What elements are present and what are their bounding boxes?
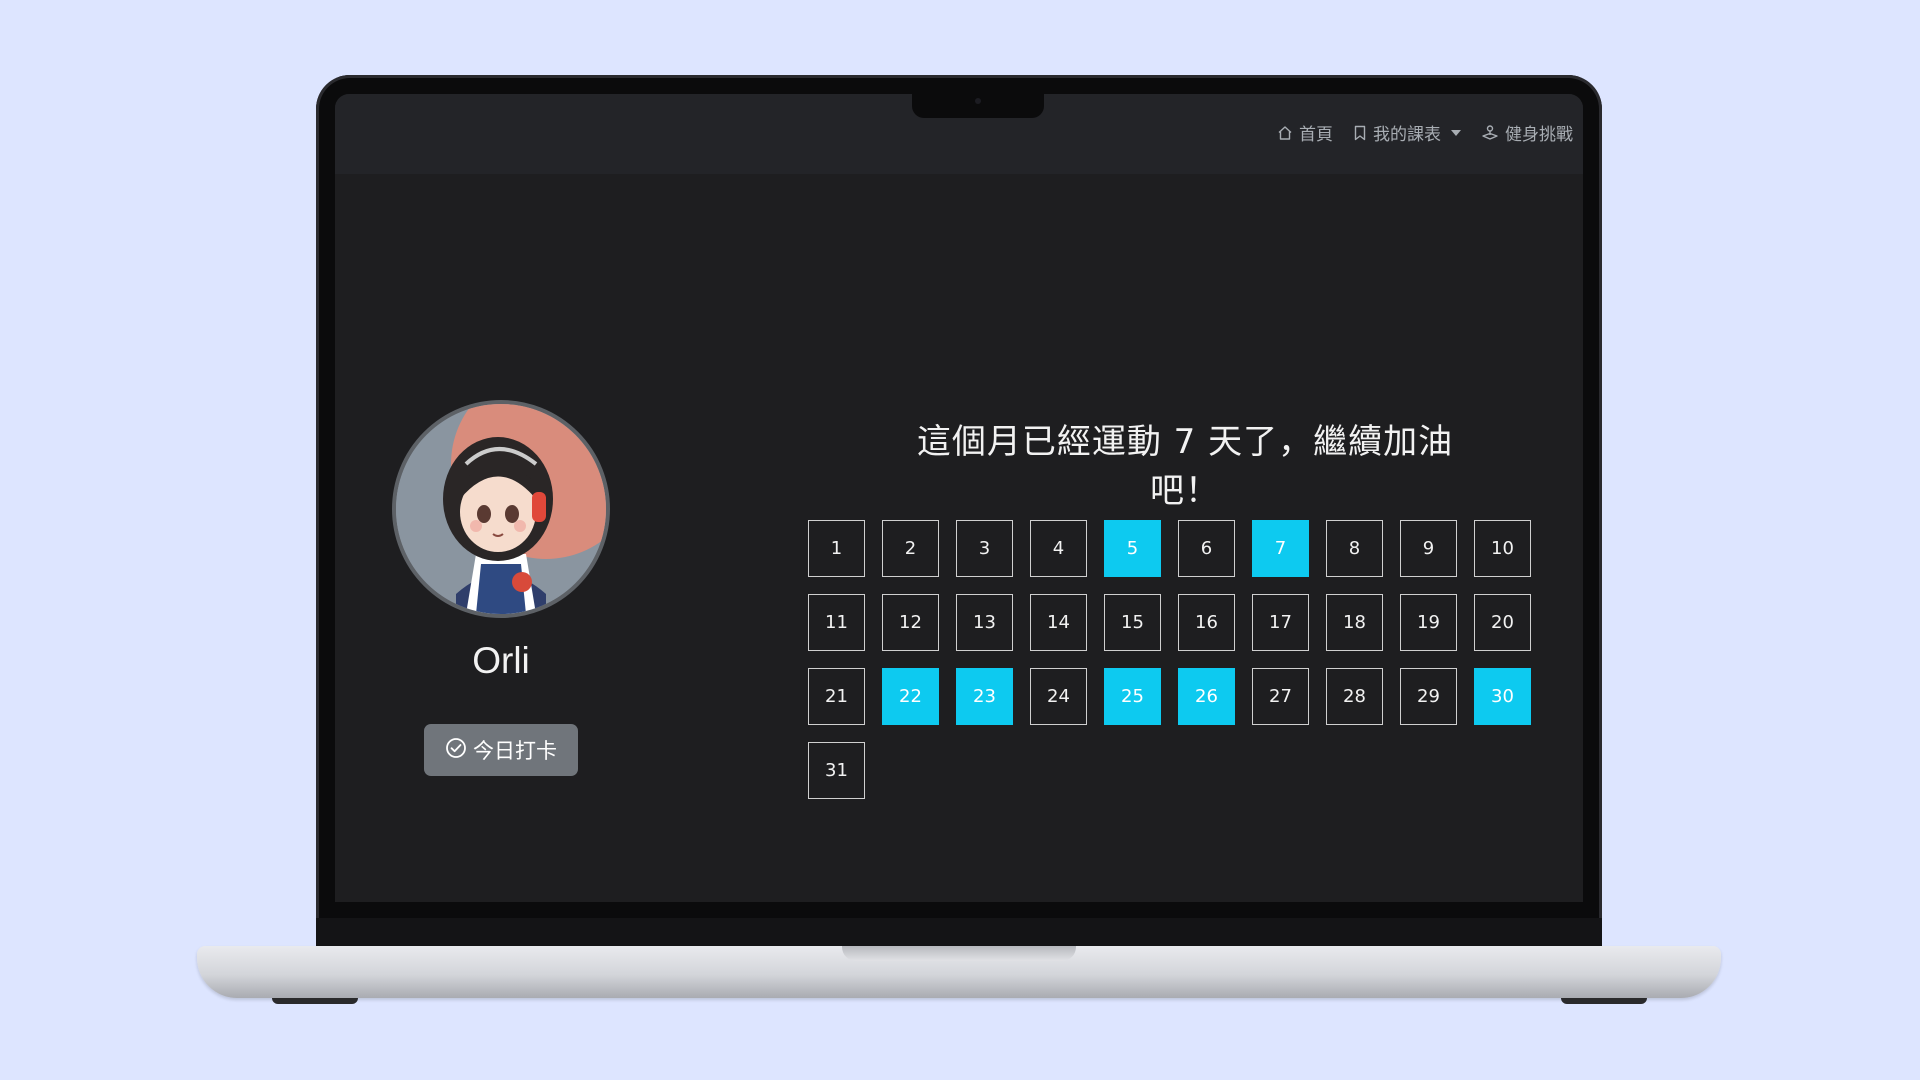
calendar-day[interactable]: 1 <box>808 520 865 577</box>
monthly-summary-heading: 這個月已經運動 7 天了，繼續加油吧！ <box>916 422 1454 511</box>
nav-home-link[interactable]: 首頁 <box>1277 120 1333 145</box>
calendar-day[interactable]: 10 <box>1474 520 1531 577</box>
calendar-day[interactable]: 17 <box>1252 594 1309 651</box>
calendar-day[interactable]: 24 <box>1030 668 1087 725</box>
calendar-day[interactable]: 12 <box>882 594 939 651</box>
calendar-day[interactable]: 19 <box>1400 594 1457 651</box>
calendar-day[interactable]: 18 <box>1326 594 1383 651</box>
joystick-icon <box>1481 124 1499 141</box>
calendar-day[interactable]: 20 <box>1474 594 1531 651</box>
laptop-hinge <box>316 918 1602 946</box>
calendar-day[interactable]: 13 <box>956 594 1013 651</box>
profile-panel: Orli 今日打卡 <box>387 400 615 776</box>
calendar-day[interactable]: 8 <box>1326 520 1383 577</box>
calendar-grid: 1 2 3 4 5 6 7 8 9 10 11 12 13 14 15 16 17 18 19 20 21 22 23 24 2… <box>808 520 1548 799</box>
checkin-button[interactable]: 今日打卡 <box>424 724 578 776</box>
calendar-day[interactable]: 23 <box>956 668 1013 725</box>
calendar-day[interactable]: 26 <box>1178 668 1235 725</box>
chevron-down-icon <box>1451 129 1461 136</box>
nav-links: 首頁 我的課表 健身挑戰 <box>1277 120 1573 145</box>
calendar-day[interactable]: 30 <box>1474 668 1531 725</box>
calendar-day[interactable]: 25 <box>1104 668 1161 725</box>
calendar-day[interactable]: 11 <box>808 594 865 651</box>
camera-notch <box>912 94 1044 118</box>
nav-my-courses-dropdown[interactable]: 我的課表 <box>1353 120 1461 145</box>
laptop-foot-right <box>1561 998 1647 1004</box>
nav-challenge-label: 健身挑戰 <box>1505 125 1573 145</box>
nav-my-courses-label: 我的課表 <box>1373 125 1441 145</box>
home-icon <box>1277 125 1293 141</box>
calendar-day[interactable]: 5 <box>1104 520 1161 577</box>
camera-icon <box>975 98 981 104</box>
nav-challenge-link[interactable]: 健身挑戰 <box>1481 120 1573 145</box>
page-stage: 首頁 我的課表 健身挑戰 Orli 今日打卡 這個月已經運動 7 天了，繼續加油… <box>0 0 1920 1080</box>
username: Orli <box>472 640 530 681</box>
calendar-day[interactable]: 27 <box>1252 668 1309 725</box>
laptop-base <box>197 946 1721 998</box>
calendar-day[interactable]: 22 <box>882 668 939 725</box>
avatar <box>392 400 610 618</box>
calendar-day[interactable]: 28 <box>1326 668 1383 725</box>
checkin-button-label: 今日打卡 <box>473 739 557 763</box>
calendar-day[interactable]: 31 <box>808 742 865 799</box>
calendar-day[interactable]: 2 <box>882 520 939 577</box>
calendar-day[interactable]: 29 <box>1400 668 1457 725</box>
bookmark-icon <box>1353 125 1367 141</box>
calendar-day[interactable]: 9 <box>1400 520 1457 577</box>
calendar-day[interactable]: 15 <box>1104 594 1161 651</box>
calendar-day[interactable]: 16 <box>1178 594 1235 651</box>
nav-home-label: 首頁 <box>1299 125 1333 145</box>
laptop-foot-left <box>272 998 358 1004</box>
laptop-thumb-groove <box>842 946 1076 961</box>
calendar-day[interactable]: 4 <box>1030 520 1087 577</box>
laptop-screen: 首頁 我的課表 健身挑戰 Orli 今日打卡 這個月已經運動 7 天了，繼續加油… <box>335 94 1583 902</box>
laptop-lid: 首頁 我的課表 健身挑戰 Orli 今日打卡 這個月已經運動 7 天了，繼續加油… <box>316 75 1602 947</box>
calendar-day[interactable]: 7 <box>1252 520 1309 577</box>
calendar-day[interactable]: 3 <box>956 520 1013 577</box>
calendar-day[interactable]: 14 <box>1030 594 1087 651</box>
check-circle-icon <box>445 737 467 764</box>
calendar-day[interactable]: 6 <box>1178 520 1235 577</box>
calendar-day[interactable]: 21 <box>808 668 865 725</box>
